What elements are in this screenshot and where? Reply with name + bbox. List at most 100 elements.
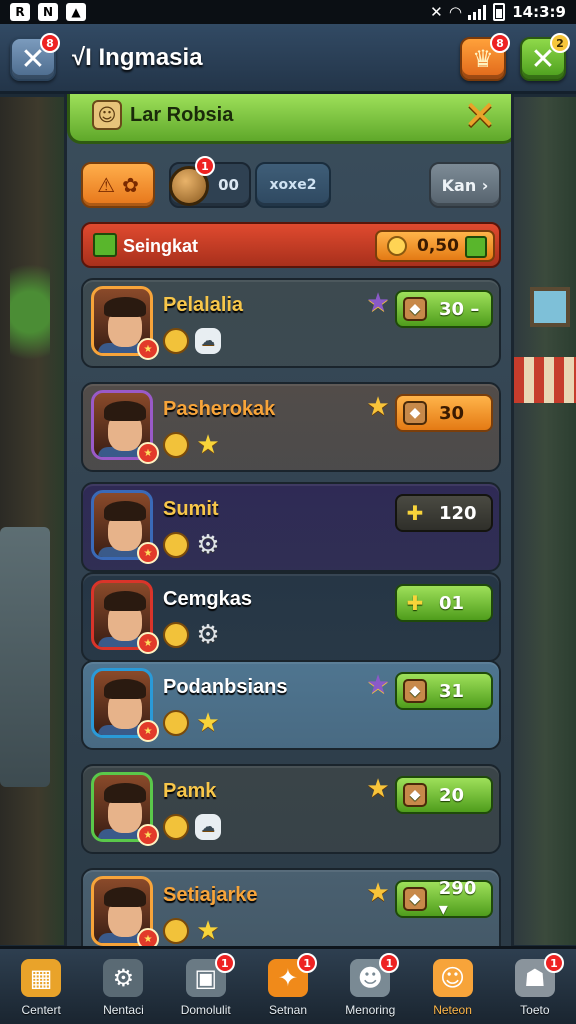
clock: 14:3:9 [512,3,566,21]
nav-item-smiley[interactable]: ☺ Neteon [411,949,493,1024]
signal-icon [468,4,487,20]
close-button[interactable]: ✕ 8 [10,33,60,81]
confirm-notification-badge: 2 [550,33,570,53]
player-row[interactable]: ★ Pelalalia ☁ ★ ◆ 30 – [81,278,501,368]
notification-n-icon: N [38,3,58,21]
trophy-icon: ♛ [472,45,494,73]
star-icon: ★ [196,916,220,946]
rank-star-icon: ★ [137,928,159,946]
nav-label: Centert [21,1003,61,1017]
score-pill[interactable]: ◆ 290 ▾ [395,878,493,920]
mute-icon: ✕ [430,3,443,21]
tab-alerts[interactable]: ⚠ ✿ [81,162,155,208]
tab-xoxe[interactable]: xoxe2 [255,162,331,208]
score-value: 31 [439,680,465,702]
coin-badge-icon [163,918,189,944]
score-pill[interactable]: ◆ 30 – [395,290,493,328]
star-icon: ★ [366,670,390,700]
gem-icon [465,236,487,258]
nav-label: Neteon [433,1003,472,1017]
nav-item-chest[interactable]: ▦ Centert [0,949,82,1024]
avatar-hair [104,887,146,907]
summary-label: Seingkat [123,236,199,256]
player-row[interactable]: ★ Sumit ⚙ ✚ 120 [81,482,501,572]
nav-label: Toeto [520,1003,550,1017]
nav-badge: 1 [297,953,318,973]
reward-icon: ◆ [403,783,427,807]
character-icon: ☺ [92,100,122,130]
player-row[interactable]: ★ Cemgkas ⚙ ✚ 01 [81,572,501,662]
bottom-navigation: ▦ Centert ⚙ Nentaci ▣ 1 Domolulit ✦ 1 Setnan ☻ 1 Men… [0,946,576,1024]
nav-item-robot[interactable]: ☻ 1 Menoring [329,949,411,1024]
nav-item-jar[interactable]: ▣ 1 Domolulit [165,949,247,1024]
player-name: Pelalalia [163,294,244,316]
smiley-icon: ☺ [432,959,473,997]
summary-value-box: 0,50 [375,230,495,262]
close-notification-badge: 8 [40,33,60,53]
score-value: 120 [439,502,477,524]
player-row[interactable]: ★ Pasherokak ★ ★ ◆ 30 [81,382,501,472]
player-row[interactable]: ★ Setiajarke ★ ★ ◆ 290 ▾ [81,868,501,946]
score-value: 01 [439,592,465,614]
score-value: 30 – [439,298,480,320]
avatar-hair [104,297,146,317]
nav-label: Nentaci [103,1003,144,1017]
banner-title: Lar Robsia [130,104,234,126]
score-pill[interactable]: ◆ 30 [395,394,493,432]
gear-icon: ⚙ [196,620,220,650]
player-row[interactable]: ★ Podanbsians ★ ★ ◆ 31 [81,660,501,750]
page-title: √I Ingmasia [72,44,203,71]
nav-badge: 1 [214,953,235,973]
tab-coins[interactable]: 1 00 [169,156,251,208]
nav-item-gear[interactable]: ⚙ Nentaci [82,949,164,1024]
star-icon: ★ [196,708,220,738]
score-pill[interactable]: ✚ 120 [395,494,493,532]
nav-item-helmet[interactable]: ☗ 1 Toeto [494,949,576,1024]
gear-icon: ⚙ [196,530,220,560]
reward-icon: ◆ [403,887,427,911]
next-button[interactable]: Kan › [429,162,501,208]
coin-icon [387,236,407,256]
wifi-icon: ◠ [449,3,462,21]
rank-star-icon: ★ [137,824,159,846]
gem-icon [93,233,117,257]
trophy-button[interactable]: ♛ 8 [460,33,510,81]
player-name: Pamk [163,780,217,802]
nav-item-treasure[interactable]: ✦ 1 Setnan [247,949,329,1024]
gear-icon: ⚙ [103,959,144,997]
rank-star-icon: ★ [137,632,159,654]
score-pill[interactable]: ✚ 01 [395,584,493,622]
leaderboard-panel: ☺ Lar Robsia ✕ ⚠ ✿ 1 00 xoxe2 Kan › Sein… [64,94,514,946]
crossed-swords-icon[interactable]: ✕ [460,96,500,136]
nav-badge: 1 [543,953,564,973]
player-row[interactable]: ★ Pamk ☁ ★ ◆ 20 [81,764,501,854]
score-pill[interactable]: ◆ 20 [395,776,493,814]
player-name: Podanbsians [163,676,288,698]
reward-icon: ◆ [403,679,427,703]
reward-icon: ◆ [403,297,427,321]
summary-bar[interactable]: Seingkat 0,50 [81,222,501,268]
confirm-button[interactable]: ✕ 2 [520,33,570,81]
player-name: Cemgkas [163,588,252,610]
score-value: 30 [439,402,465,424]
avatar-hair [104,591,146,611]
plant-decoration [10,247,50,377]
player-name: Sumit [163,498,219,520]
star-icon: ★ [366,288,390,318]
ghost-icon: ☁ [195,814,221,840]
player-name: Setiajarke [163,884,258,906]
star-icon: ★ [196,430,220,460]
player-name: Pasherokak [163,398,276,420]
score-pill[interactable]: ◆ 31 [395,672,493,710]
star-icon: ★ [366,878,390,908]
coin-badge-icon [163,532,189,558]
summary-value: 0,50 [417,236,459,256]
ghost-icon: ☁ [195,328,221,354]
background-scene-left [0,97,64,945]
nav-label: Setnan [268,1003,307,1017]
coin-badge-icon [163,710,189,736]
score-value: 20 [439,784,465,806]
rank-star-icon: ★ [137,338,159,360]
reward-icon: ✚ [406,591,424,615]
coin-badge-icon [163,622,189,648]
